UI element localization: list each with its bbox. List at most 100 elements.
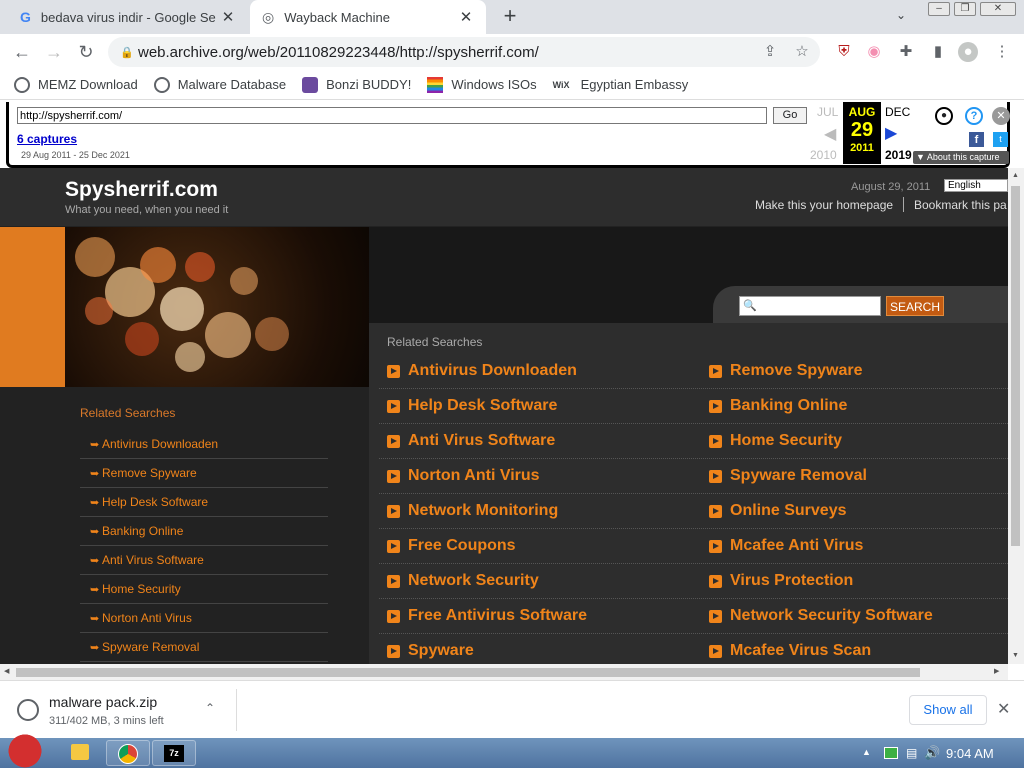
- next-year[interactable]: 2019: [885, 148, 912, 162]
- restore-button[interactable]: ❐: [954, 2, 976, 16]
- close-download-bar-icon[interactable]: ✕: [997, 699, 1010, 719]
- side-related-link[interactable]: ➥ Anti Virus Software: [80, 546, 328, 575]
- vertical-scroll-thumb[interactable]: [1011, 186, 1020, 546]
- related-search-link[interactable]: Antivirus Downloaden: [387, 362, 577, 380]
- related-search-label: Anti Virus Software: [408, 432, 556, 449]
- taskbar-clock[interactable]: 9:04 AM: [946, 746, 994, 761]
- twitter-icon[interactable]: t: [993, 132, 1008, 147]
- scroll-down-icon[interactable]: ▼: [1012, 652, 1019, 659]
- flag-extension-icon[interactable]: ◉: [864, 42, 884, 62]
- menu-dots-icon[interactable]: ⋮: [992, 42, 1012, 62]
- arrow-icon: ➥: [90, 583, 100, 596]
- related-search-link[interactable]: Anti Virus Software: [387, 432, 555, 450]
- prev-year[interactable]: 2010: [810, 148, 837, 162]
- reload-button[interactable]: ↻: [73, 39, 99, 65]
- side-related-link[interactable]: ➥ Norton Anti Virus: [80, 604, 328, 633]
- related-search-link[interactable]: Banking Online: [709, 397, 847, 415]
- chrome-taskbar-icon[interactable]: [106, 740, 150, 766]
- scroll-right-icon[interactable]: ▶: [994, 667, 999, 675]
- wayback-go-button[interactable]: Go: [773, 107, 807, 124]
- side-related-link[interactable]: ➥ Spyware Removal: [80, 633, 328, 662]
- forward-button[interactable]: →: [41, 39, 67, 65]
- address-bar[interactable]: 🔒 web.archive.org/web/20110829223448/htt…: [108, 37, 820, 67]
- next-month[interactable]: DEC: [885, 105, 910, 119]
- related-search-link[interactable]: Network Security Software: [709, 607, 933, 625]
- about-capture-button[interactable]: ▼ About this capture: [913, 151, 1009, 164]
- file-explorer-icon[interactable]: [58, 740, 102, 766]
- side-related-link[interactable]: ➥ Banking Online: [80, 517, 328, 546]
- bookmark-egyptian-embassy[interactable]: WiX Egyptian Embassy: [553, 77, 689, 93]
- related-search-link[interactable]: Norton Anti Virus: [387, 467, 540, 485]
- bookmark-bonzi-buddy[interactable]: Bonzi BUDDY!: [302, 76, 411, 93]
- make-homepage-link[interactable]: Make this your homepage: [755, 198, 893, 212]
- side-related-link[interactable]: ➥ Help Desk Software: [80, 488, 328, 517]
- ublock-extension-icon[interactable]: ⛨: [834, 42, 854, 62]
- user-account-icon[interactable]: ●: [935, 107, 953, 125]
- prev-capture-arrow-icon[interactable]: ◀: [824, 124, 836, 144]
- horizontal-scroll-thumb[interactable]: [16, 668, 920, 677]
- tab-wayback-machine[interactable]: ◎ Wayback Machine ✕: [250, 0, 486, 34]
- side-related-link[interactable]: ➥ Antivirus Downloaden: [80, 430, 328, 459]
- profile-avatar-icon[interactable]: ●: [958, 42, 978, 62]
- side-related-link[interactable]: ➥ Remove Spyware: [80, 459, 328, 488]
- tab-search-icon[interactable]: ⌄: [896, 8, 906, 22]
- download-bar: malware pack.zip 311/402 MB, 3 mins left…: [0, 680, 1024, 738]
- prev-month[interactable]: JUL: [817, 105, 838, 119]
- tray-expand-icon[interactable]: ▲: [862, 747, 871, 757]
- show-all-button[interactable]: Show all: [909, 695, 987, 725]
- download-filename[interactable]: malware pack.zip: [49, 694, 157, 710]
- bonzi-icon: [302, 76, 319, 93]
- chevron-up-icon[interactable]: ⌃: [205, 701, 215, 715]
- close-window-button[interactable]: ✕: [980, 2, 1016, 16]
- share-icon[interactable]: ⇪: [760, 42, 780, 62]
- bookmark-memz[interactable]: MEMZ Download: [14, 76, 138, 93]
- related-search-link[interactable]: Network Security: [387, 572, 539, 590]
- related-search-label: Home Security: [730, 432, 843, 449]
- related-search-link[interactable]: Online Surveys: [709, 502, 847, 520]
- orange-arrow-icon: [387, 574, 400, 588]
- captures-link[interactable]: 6 captures: [17, 132, 77, 146]
- scroll-left-icon[interactable]: ◀: [4, 667, 9, 675]
- related-search-link[interactable]: Network Monitoring: [387, 502, 558, 520]
- bookmark-windows-isos[interactable]: Windows ISOs: [427, 76, 537, 93]
- side-related-link[interactable]: ➥ Home Security: [80, 575, 328, 604]
- new-tab-button[interactable]: +: [498, 4, 522, 30]
- close-tab-icon[interactable]: ✕: [220, 8, 236, 26]
- close-wayback-icon[interactable]: ✕: [992, 107, 1010, 125]
- next-capture-arrow-icon[interactable]: ▶: [885, 123, 897, 143]
- facebook-icon[interactable]: f: [969, 132, 984, 147]
- related-search-link[interactable]: Free Coupons: [387, 537, 516, 555]
- related-search-link[interactable]: Remove Spyware: [709, 362, 863, 380]
- related-search-link[interactable]: Home Security: [709, 432, 842, 450]
- bookmark-malware-database[interactable]: Malware Database: [153, 76, 286, 93]
- related-search-link[interactable]: Spyware: [387, 642, 474, 660]
- 7zip-taskbar-icon[interactable]: 7z: [152, 740, 196, 766]
- related-search-link[interactable]: Spyware Removal: [709, 467, 867, 485]
- side-panel-icon[interactable]: ▮: [928, 42, 948, 62]
- back-button[interactable]: ←: [9, 39, 35, 65]
- related-search-link[interactable]: Free Antivirus Software: [387, 607, 587, 625]
- volume-icon[interactable]: 🔊: [924, 745, 940, 761]
- bookmark-page-link[interactable]: Bookmark this pa: [914, 198, 1007, 212]
- related-search-link[interactable]: Mcafee Anti Virus: [709, 537, 863, 555]
- tab-google-search[interactable]: G bedava virus indir - Google Se ✕: [8, 0, 248, 34]
- language-select[interactable]: English: [944, 179, 1008, 192]
- related-search-link[interactable]: Help Desk Software: [387, 397, 557, 415]
- related-search-link[interactable]: Virus Protection: [709, 572, 853, 590]
- extensions-puzzle-icon[interactable]: ✚: [896, 42, 916, 62]
- wayback-url-input[interactable]: [17, 107, 767, 124]
- angry-bird-start-icon[interactable]: [4, 730, 46, 768]
- network-icon[interactable]: ▤: [906, 746, 917, 760]
- related-search-link[interactable]: Mcafee Virus Scan: [709, 642, 871, 660]
- site-search-input[interactable]: 🔍: [739, 296, 881, 316]
- address-url[interactable]: web.archive.org/web/20110829223448/http:…: [138, 44, 539, 61]
- close-tab-icon[interactable]: ✕: [458, 8, 474, 26]
- scroll-up-icon[interactable]: ▲: [1012, 172, 1019, 179]
- help-icon[interactable]: ?: [965, 107, 983, 125]
- battery-icon[interactable]: [884, 747, 898, 759]
- bookmark-star-icon[interactable]: ☆: [792, 42, 812, 62]
- minimize-button[interactable]: –: [928, 2, 950, 16]
- windows-taskbar: 7z ▲ ▤ 🔊 9:04 AM: [0, 730, 1024, 768]
- site-search-button[interactable]: SEARCH: [886, 296, 944, 316]
- site-title[interactable]: Spysherrif.com: [65, 178, 218, 202]
